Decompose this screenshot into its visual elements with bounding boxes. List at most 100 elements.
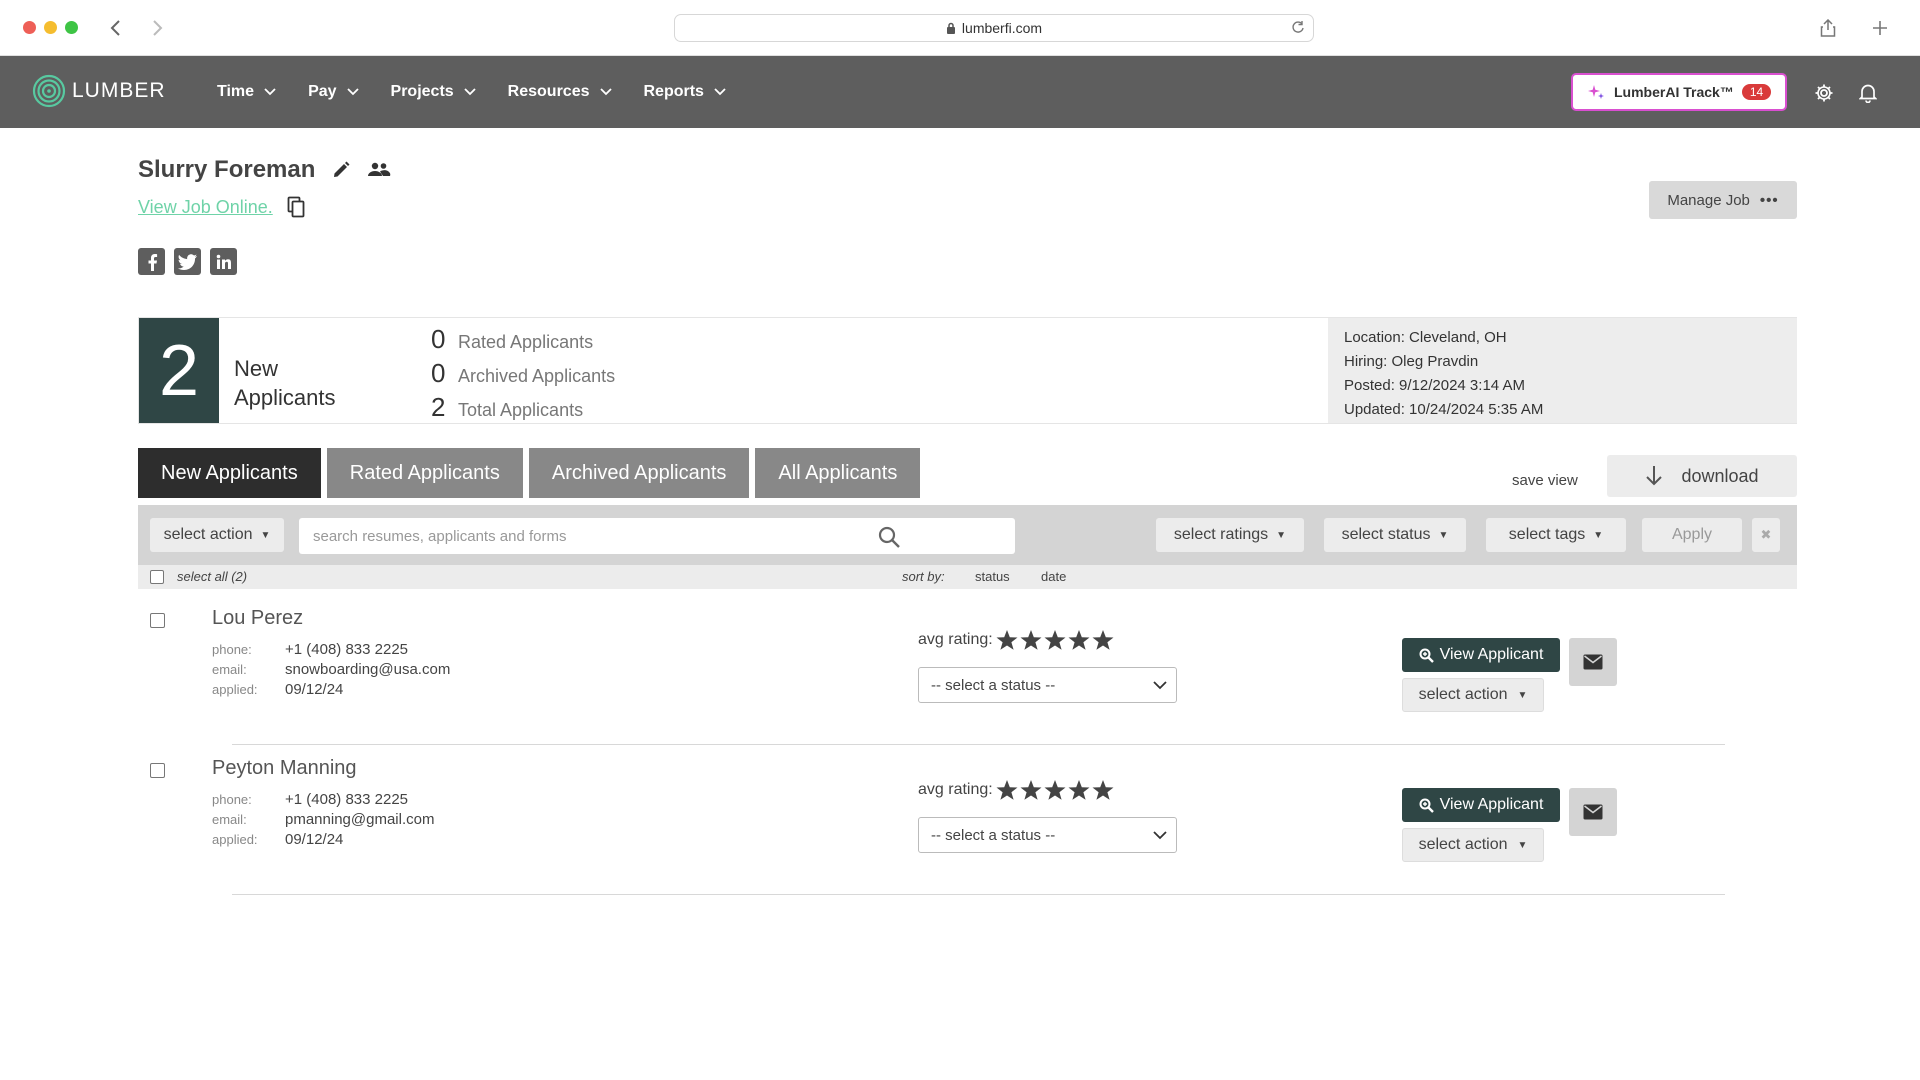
view-applicant-button[interactable]: View Applicant	[1402, 638, 1560, 672]
email-applicant-button[interactable]	[1569, 788, 1617, 836]
select-ratings-label: select ratings	[1173, 526, 1269, 543]
job-title: Slurry Foreman	[138, 156, 316, 183]
tab-all-applicants[interactable]: All Applicants	[755, 448, 921, 498]
bulk-select-action-dropdown[interactable]: select action ▼	[150, 518, 284, 552]
sort-by-status[interactable]: status	[975, 569, 1010, 584]
url-text: lumberfi.com	[961, 20, 1043, 36]
star-rating[interactable]	[995, 779, 1115, 801]
view-applicant-button[interactable]: View Applicant	[1402, 788, 1560, 822]
applicant-status-select[interactable]: -- select a status --	[918, 667, 1177, 703]
menu-time-label: Time	[217, 83, 255, 100]
job-title-row: Slurry Foreman	[138, 156, 391, 184]
caret-down-icon: ▼	[1593, 529, 1604, 541]
menu-reports[interactable]: Reports	[644, 83, 726, 101]
lumber-logo[interactable]: LUMBER	[32, 74, 166, 108]
search-icon[interactable]	[877, 525, 901, 549]
select-status-dropdown[interactable]: select status ▼	[1324, 518, 1466, 552]
address-bar[interactable]: lumberfi.com	[674, 14, 1314, 42]
lumberai-track-button[interactable]: LumberAI Track™ 14	[1571, 73, 1787, 111]
maximize-window-button[interactable]	[65, 21, 78, 34]
menu-time[interactable]: Time	[217, 83, 276, 101]
tab-rated-applicants[interactable]: Rated Applicants	[326, 448, 523, 498]
select-ratings-dropdown[interactable]: select ratings ▼	[1156, 518, 1304, 552]
chevron-left-icon	[110, 20, 120, 36]
applicant-applied-date: 09/12/24	[285, 680, 344, 698]
menu-projects[interactable]: Projects	[391, 83, 476, 101]
search-placeholder: search resumes, applicants and forms	[313, 527, 567, 545]
select-tags-label: select tags	[1508, 526, 1586, 543]
copy-link-button[interactable]	[287, 196, 305, 218]
status-placeholder: -- select a status --	[931, 676, 1056, 694]
hiring-team-button[interactable]	[367, 161, 391, 179]
close-window-button[interactable]	[23, 21, 36, 34]
view-applicant-label: View Applicant	[1439, 796, 1544, 813]
applicant-action-dropdown[interactable]: select action ▼	[1402, 678, 1544, 712]
tab-archived-applicants[interactable]: Archived Applicants	[528, 448, 750, 498]
sparkle-icon	[1588, 85, 1604, 99]
select-action-label: select action	[163, 526, 253, 543]
zoom-icon	[1419, 648, 1434, 663]
save-view-link[interactable]: save view	[1512, 472, 1578, 489]
browser-toolbar: lumberfi.com	[0, 0, 1920, 56]
menu-resources[interactable]: Resources	[508, 83, 612, 101]
search-input[interactable]: search resumes, applicants and forms	[299, 518, 1015, 554]
star-icon	[1092, 630, 1114, 650]
reload-icon[interactable]	[1291, 20, 1305, 34]
avg-rating-label: avg rating:	[918, 781, 993, 798]
view-job-online-link[interactable]: View Job Online.	[138, 197, 273, 218]
back-button[interactable]	[103, 14, 127, 42]
avg-rating-label: avg rating:	[918, 631, 993, 648]
share-button[interactable]	[1814, 14, 1842, 42]
filter-bar: select action ▼ search resumes, applicant…	[138, 505, 1797, 565]
applicant-name[interactable]: Peyton Manning	[212, 757, 357, 780]
applicant-checkbox[interactable]	[150, 613, 165, 628]
apply-filters-button[interactable]: Apply	[1642, 518, 1742, 552]
applicant-action-dropdown[interactable]: select action ▼	[1402, 828, 1544, 862]
twitter-icon	[177, 253, 197, 270]
menu-pay-label: Pay	[308, 83, 337, 100]
manage-job-button[interactable]: Manage Job •••	[1649, 181, 1797, 219]
star-rating[interactable]	[995, 629, 1115, 651]
notification-count-badge: 14	[1741, 84, 1772, 100]
action-label: select action	[1418, 836, 1508, 853]
facebook-share-button[interactable]	[138, 248, 165, 275]
applicant-details: phone: +1 (408) 833 2225 email: snowboardi…	[212, 639, 450, 699]
avg-rating: avg rating:	[918, 629, 1115, 651]
app-navbar: LUMBER Time Pay Projects Resources Repor…	[0, 56, 1920, 128]
applicant-applied-date: 09/12/24	[285, 830, 344, 848]
star-icon	[1068, 780, 1090, 800]
edit-job-button[interactable]	[331, 160, 351, 180]
job-meta: Location: Cleveland, OH Hiring: Oleg Pra…	[1328, 318, 1797, 423]
linkedin-share-button[interactable]	[210, 248, 237, 275]
bell-icon	[1859, 84, 1877, 103]
list-header: select all (2) sort by: status date	[138, 565, 1797, 589]
gear-icon	[1815, 84, 1833, 102]
applicant-checkbox[interactable]	[150, 763, 165, 778]
star-icon	[1020, 630, 1042, 650]
share-icon	[1820, 19, 1836, 37]
chevron-down-icon	[464, 88, 476, 96]
chevron-right-icon	[153, 20, 163, 36]
email-applicant-button[interactable]	[1569, 638, 1617, 686]
download-button[interactable]: download	[1607, 455, 1797, 497]
notifications-button[interactable]	[1855, 80, 1881, 106]
new-tab-button[interactable]	[1866, 14, 1894, 42]
menu-reports-label: Reports	[643, 83, 704, 100]
applicant-name[interactable]: Lou Perez	[212, 607, 303, 630]
applicant-row: Peyton Manning phone: +1 (408) 833 2225 e…	[138, 745, 1797, 895]
forward-button[interactable]	[146, 14, 170, 42]
sort-by-date[interactable]: date	[1041, 569, 1066, 584]
settings-button[interactable]	[1811, 80, 1837, 106]
pencil-icon	[334, 161, 350, 177]
select-all-checkbox[interactable]	[150, 570, 164, 584]
phone-label: phone:	[212, 791, 252, 807]
twitter-share-button[interactable]	[174, 248, 201, 275]
menu-pay[interactable]: Pay	[308, 83, 359, 101]
select-tags-dropdown[interactable]: select tags ▼	[1486, 518, 1626, 552]
row-divider	[232, 894, 1725, 895]
applicant-status-select[interactable]: -- select a status --	[918, 817, 1177, 853]
minimize-window-button[interactable]	[44, 21, 57, 34]
more-options-icon: •••	[1759, 191, 1779, 209]
clear-filters-icon[interactable]: ✖	[1752, 518, 1780, 552]
tab-new-applicants[interactable]: New Applicants	[138, 448, 321, 498]
